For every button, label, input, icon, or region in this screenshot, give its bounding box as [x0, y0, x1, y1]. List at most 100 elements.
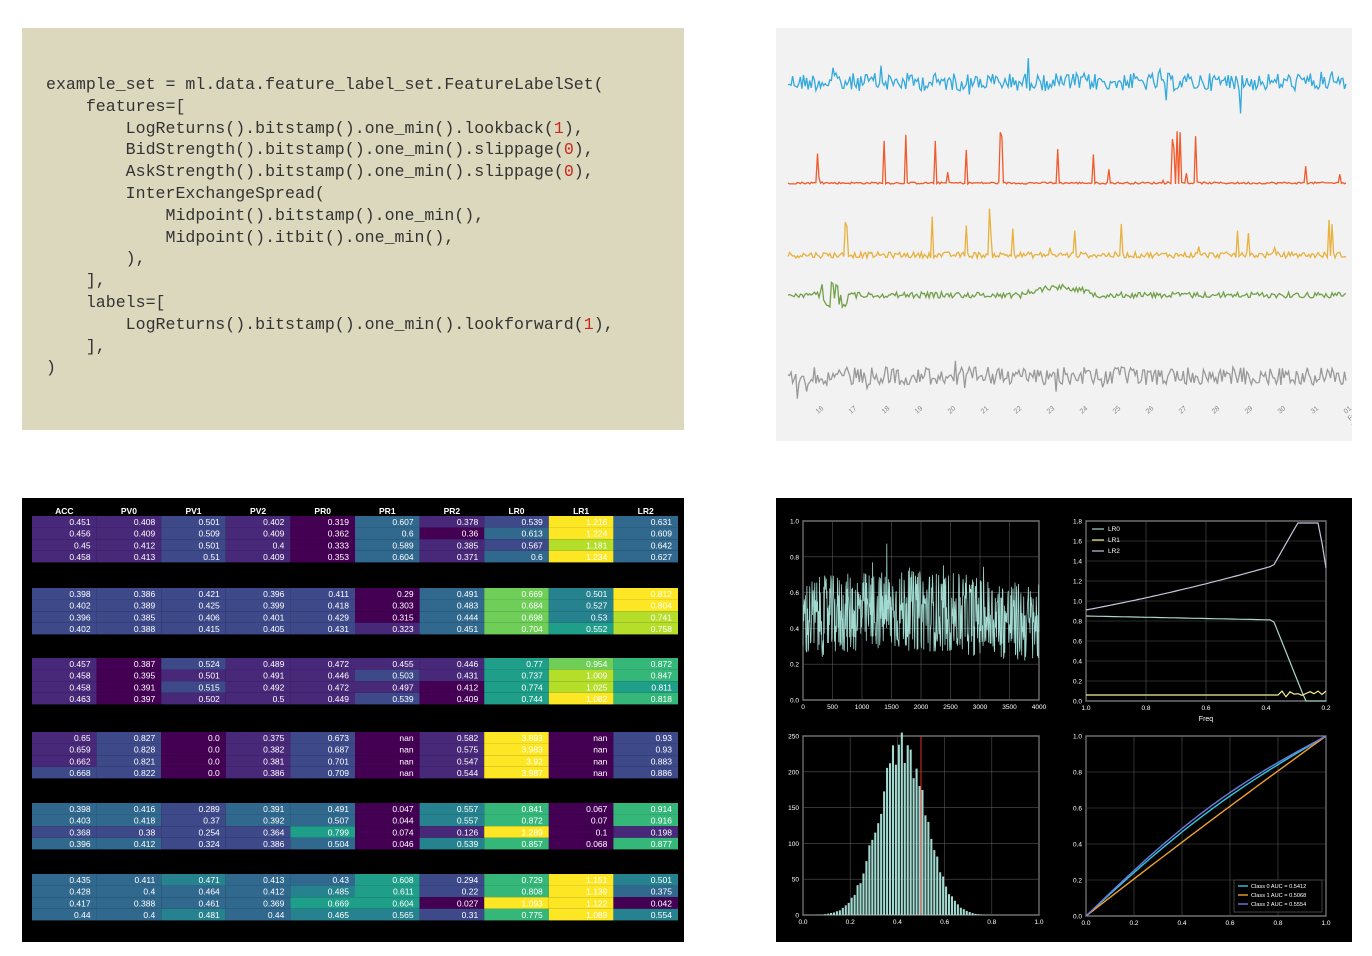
heatmap-cell-value: 0.539	[392, 694, 414, 704]
code-line: labels=[	[46, 292, 166, 312]
heatmap-cell-value: 0.544	[457, 768, 479, 778]
heatmap-cell-value: 0.364	[263, 827, 285, 837]
histogram-bar	[959, 907, 962, 915]
heatmap-cell-value: 0.44	[74, 910, 91, 920]
timeseries-x-tick: 16	[815, 405, 826, 415]
heatmap-cell-value: 0.471	[199, 875, 221, 885]
histogram-bar	[847, 902, 850, 915]
heatmap-cell-value: 1.025	[586, 682, 608, 692]
heatmap-cell-value: 0.509	[199, 529, 221, 539]
heatmap-cell-value: 0.463	[69, 694, 91, 704]
heatmap-cell-value: 0.398	[69, 804, 91, 814]
heatmap-cell-value: 0.758	[651, 624, 673, 634]
heatmap-cell-value: 0.0	[208, 756, 220, 766]
timeseries-x-tick: 19	[914, 405, 925, 415]
heatmap-cell-value: 3.92	[526, 756, 543, 766]
heatmap-cell-value: 0.375	[263, 733, 285, 743]
axis-tick-label: 0.8	[790, 554, 799, 561]
heatmap-cell-value: 0.412	[263, 887, 285, 897]
axis-tick-label: 0.6	[1073, 806, 1082, 813]
timeseries-x-tick: 17	[848, 405, 859, 415]
heatmap-cell-value: 0.501	[199, 540, 221, 550]
heatmap-cell-value: 0.386	[263, 839, 285, 849]
heatmap-column-header: ACC	[55, 506, 73, 516]
axis-tick-label: 0.6	[1201, 705, 1210, 712]
heatmap-cell-value: 0.446	[328, 671, 350, 681]
timeseries-line	[787, 208, 1347, 261]
trace-plot: 0 500 1000 1500 2000 2500 3000 3500 4000 0.0 0.2 0.…	[790, 519, 1047, 712]
heatmap-cell-value: nan	[593, 733, 607, 743]
axis-tick-label: 1.4	[1073, 559, 1082, 566]
heatmap-cell-value: 0.401	[263, 612, 285, 622]
heatmap-cell-value: 0.464	[199, 887, 221, 897]
histogram-bar	[980, 914, 983, 915]
heatmap-cell-value: 0.77	[526, 659, 543, 669]
axis-tick-label: 500	[827, 704, 838, 711]
legend-label: Class 1 AUC = 0.5068	[1251, 893, 1306, 899]
timeseries-chart: 1617181920212223242526272829303101Feb201…	[787, 58, 1367, 430]
heatmap-cell-value: 0.65	[74, 733, 91, 743]
heatmap-cell-value: 0.369	[263, 898, 285, 908]
heatmap-cell-value: 0.396	[263, 589, 285, 599]
axis-tick-label: 1.8	[1073, 519, 1082, 526]
heatmap-cell-value: 1.216	[586, 517, 608, 527]
heatmap-cell-value: 0.729	[522, 875, 544, 885]
axis-tick-label: 1500	[884, 704, 899, 711]
heatmap-cell-value: 0.608	[392, 875, 414, 885]
heatmap-cell-value: 0.429	[328, 612, 350, 622]
heatmap-cell-value: 0.294	[457, 875, 479, 885]
timeseries-x-tick: 20	[947, 405, 958, 415]
histogram-bar	[862, 873, 865, 915]
heatmap-cell-value: 0.324	[199, 839, 221, 849]
heatmap-cell-value: 0.472	[328, 682, 350, 692]
histogram-bar	[883, 791, 886, 915]
heatmap-cell-value: 0.198	[651, 827, 673, 837]
code-line: Midpoint().bitstamp().one_min(),	[46, 205, 485, 225]
heatmap-cell-value: 0.388	[134, 624, 156, 634]
heatmap-cell-value: nan	[593, 745, 607, 755]
heatmap-cell-value: 0.385	[134, 612, 156, 622]
heatmap-cell-value: 1.089	[586, 910, 608, 920]
histogram-bar	[921, 789, 924, 915]
heatmap-cell-value: 0.554	[651, 910, 673, 920]
heatmap-cell-value: 0.491	[263, 671, 285, 681]
heatmap-cell-value: 0.465	[328, 910, 350, 920]
heatmap-cell-value: 0.744	[522, 694, 544, 704]
histogram-bar	[906, 745, 909, 915]
axis-tick-label: 0.6	[1073, 639, 1082, 646]
legend-label: Class 0 AUC = 0.5412	[1251, 884, 1306, 890]
heatmap-cell-value: 0.774	[522, 682, 544, 692]
heatmap-column-header: LR0	[508, 506, 524, 516]
axis-tick-label: 0	[801, 704, 805, 711]
heatmap-cell-value: 0.812	[651, 589, 673, 599]
heatmap-cell-value: 0.857	[522, 839, 544, 849]
heatmap-cell-value: 0.828	[134, 745, 156, 755]
axis-tick-label: 0.6	[940, 919, 949, 926]
heatmap-cell-value: 0.557	[457, 804, 479, 814]
axis-tick-label: 0.8	[1073, 619, 1082, 626]
heatmap-cell-value: 0.409	[134, 529, 156, 539]
heatmap-cell-value: 0.391	[134, 682, 156, 692]
histogram-bar	[924, 815, 927, 915]
heatmap-cell-value: 0.45	[74, 540, 91, 550]
heatmap-cell-value: 0.575	[457, 745, 479, 755]
heatmap-cell-value: 0.604	[392, 898, 414, 908]
heatmap-cell-value: 0.607	[392, 517, 414, 527]
axis-tick-label: 0.0	[1081, 920, 1090, 927]
heatmap-cell-value: 0.582	[457, 733, 479, 743]
heatmap-cell-value: 0.567	[522, 540, 544, 550]
heatmap-cell-value: 0.37	[203, 816, 220, 826]
heatmap-cell-value: 0.504	[328, 839, 350, 849]
heatmap-table: ACC PV0 PV1 PV2 PR0 PR1 PR2 LR0 LR1 LR2 0.451 0.408…	[32, 506, 678, 921]
heatmap-cell-value: 0.43	[332, 875, 349, 885]
heatmap-cell-value: 0.4	[143, 910, 155, 920]
heatmap-cell-value: 0.399	[263, 601, 285, 611]
heatmap-cell-value: 0.611	[393, 887, 414, 897]
axis-tick-label: 0.6	[1225, 920, 1234, 927]
heatmap-cell-value: 0.07	[591, 816, 608, 826]
heatmap-cell-value: 0.701	[328, 756, 350, 766]
heatmap-cell-value: 0.29	[397, 589, 414, 599]
heatmap-cell-value: 0.886	[651, 768, 673, 778]
histogram-bar	[947, 894, 951, 915]
heatmap-cell-value: 0.371	[457, 552, 479, 562]
